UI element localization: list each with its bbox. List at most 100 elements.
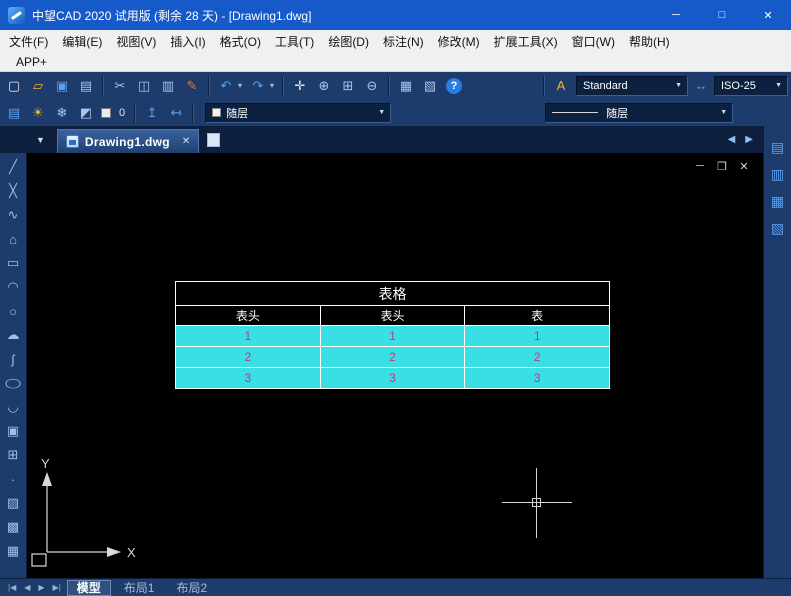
table-header-cell: 表头 (320, 306, 465, 326)
spline-tool[interactable]: ʃ (2, 347, 24, 371)
menu-view[interactable]: 视图(V) (109, 30, 163, 52)
redo-dropdown-icon[interactable]: ▾ (267, 75, 277, 97)
new-tab-button[interactable] (207, 133, 220, 147)
zoom-previous-button[interactable]: ⊖ (361, 75, 383, 97)
revision-cloud-tool[interactable]: ☁ (2, 323, 24, 347)
doc-minimize-button[interactable]: ─ (693, 160, 707, 173)
sheet-set-button[interactable]: ▧ (419, 75, 441, 97)
toolbar-separator (102, 76, 104, 96)
layout2-tab[interactable]: 布局2 (167, 580, 216, 596)
prev-tab-button[interactable]: ◀ (22, 583, 32, 592)
copy-button[interactable]: ◫ (133, 75, 155, 97)
ellipse-arc-tool[interactable]: ◡ (2, 395, 24, 419)
polyline-tool[interactable]: ∿ (2, 203, 24, 227)
menu-tools[interactable]: 工具(T) (268, 30, 321, 52)
undo-dropdown-icon[interactable]: ▾ (235, 75, 245, 97)
tab-scroll-right-button[interactable]: ▶ (745, 134, 753, 145)
layer-lock-icon[interactable]: ◩ (75, 102, 97, 124)
docked-panel-icon-4[interactable]: ▧ (768, 219, 788, 237)
drawing-canvas[interactable]: ─ ❐ ✕ 表格 表头 表头 表 1 1 1 2 2 2 (27, 153, 763, 578)
menu-window[interactable]: 窗口(W) (565, 30, 622, 52)
table-cell: 3 (465, 368, 610, 389)
tab-close-button[interactable]: ✕ (182, 136, 190, 147)
tab-menu-icon[interactable]: ▼ (36, 135, 45, 145)
layer-freeze-icon[interactable]: ❄ (51, 102, 73, 124)
help-button[interactable]: ? (446, 78, 462, 94)
menu-app-plus[interactable]: APP+ (9, 52, 54, 71)
color-combo[interactable]: 随层 ▼ (205, 103, 391, 123)
window-title: 中望CAD 2020 试用版 (剩余 28 天) - [Drawing1.dwg… (32, 7, 311, 24)
text-style-value: Standard (583, 80, 628, 92)
layout1-tab[interactable]: 布局1 (115, 580, 164, 596)
layer-previous-button[interactable]: ↤ (165, 102, 187, 124)
close-button[interactable]: ✕ (745, 0, 791, 30)
layer-properties-button[interactable]: ▤ (3, 102, 25, 124)
docked-panel-icon-2[interactable]: ▥ (768, 165, 788, 183)
text-style-button[interactable]: A (550, 75, 572, 97)
gradient-tool[interactable]: ▩ (2, 515, 24, 539)
maximize-button[interactable]: □ (699, 0, 745, 30)
toolbar-separator (282, 76, 284, 96)
viewports-button[interactable]: ▦ (395, 75, 417, 97)
dim-style-button[interactable]: ↔ (690, 75, 712, 97)
line-tool[interactable]: ╱ (2, 155, 24, 179)
menu-insert[interactable]: 插入(I) (163, 30, 212, 52)
make-block-tool[interactable]: ⊞ (2, 443, 24, 467)
make-layer-current-button[interactable]: ↥ (141, 102, 163, 124)
menu-dimension[interactable]: 标注(N) (376, 30, 431, 52)
doc-close-button[interactable]: ✕ (737, 160, 751, 173)
circle-tool[interactable]: ○ (2, 299, 24, 323)
doc-restore-button[interactable]: ❐ (715, 160, 729, 173)
ucs-x-label: X (127, 545, 136, 560)
open-file-button[interactable]: ▱ (27, 75, 49, 97)
table-cell: 2 (176, 347, 321, 368)
model-tab[interactable]: 模型 (67, 580, 111, 596)
construction-line-tool[interactable]: ╳ (2, 179, 24, 203)
first-tab-button[interactable]: |◀ (6, 583, 18, 592)
current-layer-label: 0 (115, 107, 129, 119)
ellipse-tool[interactable]: ◯ (2, 376, 24, 391)
last-tab-button[interactable]: ▶| (51, 583, 63, 592)
undo-button[interactable]: ↶ (215, 75, 237, 97)
drawing-table[interactable]: 表格 表头 表头 表 1 1 1 2 2 2 3 3 3 (175, 281, 610, 389)
match-properties-button[interactable]: ✎ (181, 75, 203, 97)
dim-style-combo[interactable]: ISO-25 ▼ (714, 76, 788, 96)
menu-help[interactable]: 帮助(H) (622, 30, 677, 52)
toolbar-separator (134, 103, 136, 123)
linetype-combo[interactable]: 随层 ▼ (545, 103, 733, 123)
menu-file[interactable]: 文件(F) (2, 30, 55, 52)
point-tool[interactable]: ∙ (2, 467, 24, 491)
paste-button[interactable]: ▥ (157, 75, 179, 97)
rectangle-tool[interactable]: ▭ (2, 251, 24, 275)
redo-button[interactable]: ↷ (247, 75, 269, 97)
docked-panel-icon-3[interactable]: ▦ (768, 192, 788, 210)
zoom-window-button[interactable]: ⊞ (337, 75, 359, 97)
menu-draw[interactable]: 绘图(D) (321, 30, 376, 52)
linetype-preview (552, 112, 598, 113)
menu-modify[interactable]: 修改(M) (431, 30, 487, 52)
next-tab-button[interactable]: ▶ (36, 583, 46, 592)
new-file-button[interactable]: ▢ (3, 75, 25, 97)
minimize-button[interactable]: ─ (653, 0, 699, 30)
table-tool[interactable]: ▦ (2, 539, 24, 563)
insert-block-tool[interactable]: ▣ (2, 419, 24, 443)
menu-format[interactable]: 格式(O) (213, 30, 268, 52)
pan-button[interactable]: ✛ (289, 75, 311, 97)
plot-button[interactable]: ▤ (75, 75, 97, 97)
ucs-y-label: Y (41, 456, 50, 471)
tab-scroll-left-button[interactable]: ◀ (728, 134, 736, 145)
save-button[interactable]: ▣ (51, 75, 73, 97)
polygon-tool[interactable]: ⌂ (2, 227, 24, 251)
menu-express-tools[interactable]: 扩展工具(X) (487, 30, 565, 52)
tab-drawing1[interactable]: Drawing1.dwg ✕ (57, 129, 199, 153)
hatch-tool[interactable]: ▨ (2, 491, 24, 515)
menu-edit[interactable]: 编辑(E) (55, 30, 109, 52)
text-style-combo[interactable]: Standard ▼ (576, 76, 688, 96)
layer-on-off-icon[interactable]: ☀ (27, 102, 49, 124)
standard-toolbar: ▢ ▱ ▣ ▤ ✂ ◫ ▥ ✎ ↶ ▾ ↷ ▾ ✛ ⊕ ⊞ ⊖ ▦ ▧ ? A … (0, 72, 791, 99)
arc-tool[interactable]: ◠ (2, 275, 24, 299)
table-header-cell: 表 (465, 306, 610, 326)
docked-panel-icon-1[interactable]: ▤ (768, 138, 788, 156)
cut-button[interactable]: ✂ (109, 75, 131, 97)
zoom-realtime-button[interactable]: ⊕ (313, 75, 335, 97)
